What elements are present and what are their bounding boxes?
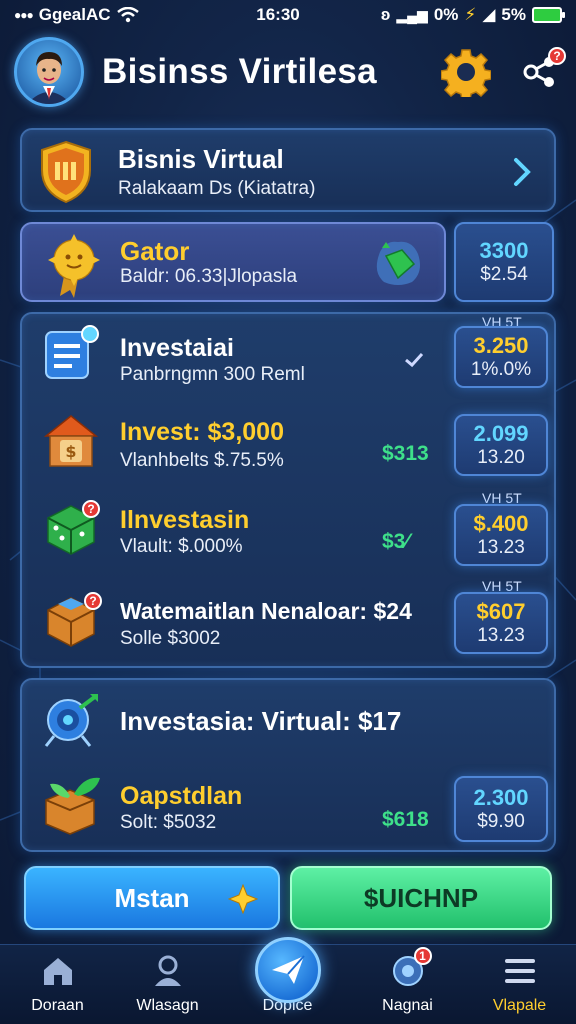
- sun-medal-icon: [48, 234, 100, 298]
- bluetooth-icon: ʚ: [380, 5, 391, 24]
- sparkle-icon: [228, 884, 258, 914]
- nav-label-menu: Vlapale: [492, 997, 547, 1014]
- gator-card[interactable]: Gator Baldr: 06.33|Jlopasla: [20, 222, 446, 302]
- secondary-action-button[interactable]: $UICHNP: [290, 866, 552, 930]
- investment-row-1-value-top: 3.250: [473, 333, 529, 358]
- gator-title: Gator: [120, 236, 190, 266]
- home-icon: [38, 951, 78, 991]
- investment-row-2-subtitle: Vlanhbelts $.75.5%: [120, 450, 284, 471]
- house-box-icon: $: [43, 415, 99, 467]
- virtual-item-value-top: 2.300: [473, 785, 529, 810]
- virtual-item-amount: $618: [382, 808, 429, 831]
- shield-icon: [41, 140, 91, 204]
- investment-row-4-value-top: $607: [476, 599, 526, 624]
- investment-row-3-value-bottom: 13.23: [477, 537, 525, 558]
- app-header: Bisinss Virtilesa ?: [0, 34, 576, 110]
- wifi-icon: [116, 7, 139, 23]
- nav-item-notifications[interactable]: 1 Nagnai: [350, 945, 465, 1024]
- investment-row-3-subtitle: Vlault: $.000%: [120, 536, 243, 557]
- investment-row-4-subtitle: Solle $3002: [120, 628, 221, 649]
- cell-signal-icon: ▂▄▆: [396, 6, 428, 23]
- primary-action-button[interactable]: Mstan: [24, 866, 280, 930]
- menu-icon: [500, 951, 540, 991]
- avatar-portrait: [27, 52, 71, 104]
- secondary-action-label: $UICHNP: [363, 882, 479, 913]
- avatar[interactable]: [14, 37, 84, 107]
- summary-subtitle: Ralakaam Ds (Kiatatra): [118, 178, 316, 199]
- target-icon: [44, 694, 98, 747]
- investment-row-2-value-top: 2.099: [473, 421, 529, 446]
- nav-item-home[interactable]: Doraan: [0, 945, 115, 1024]
- nav-label-profile: Wlasagn: [136, 997, 199, 1014]
- status-extra: 0%: [433, 5, 459, 24]
- business-summary-card[interactable]: Bisnis Virtual Ralakaam Ds (Kiatatra): [20, 128, 556, 212]
- investment-row-3-value[interactable]: $.400 13.23: [454, 504, 548, 566]
- investment-row-4-badge: ?: [84, 592, 102, 610]
- settings-button[interactable]: [440, 46, 492, 98]
- summary-title: Bisnis Virtual: [118, 144, 284, 174]
- investment-row-2-value-bottom: 13.20: [477, 447, 525, 468]
- svg-text:$: $: [65, 442, 76, 461]
- investment-row-2-amount: $313: [382, 442, 429, 465]
- investment-row-1-subtitle: Panbrngmn 300 Reml: [120, 364, 305, 385]
- virtual-item-value-bottom: $9.90: [477, 811, 525, 832]
- battery-percent: 5%: [501, 5, 526, 24]
- investment-row-3-badge: ?: [82, 500, 100, 518]
- virtual-card-title: Investasia: Virtual: $17: [120, 706, 402, 736]
- center-action-button[interactable]: [255, 937, 321, 1003]
- charging-icon: ⚡: [464, 5, 477, 24]
- nav-label-home: Doraan: [31, 997, 84, 1014]
- nav-label-notifications: Nagnai: [382, 997, 433, 1014]
- nav-notification-badge: 1: [413, 947, 432, 965]
- investment-row-3-value-top: $.400: [473, 511, 529, 536]
- nav-item-profile[interactable]: Wlasagn: [110, 945, 225, 1024]
- page-title: Bisinss Virtilesa: [102, 52, 377, 91]
- battery-icon: [532, 7, 565, 23]
- status-right: ʚ ▂▄▆ 0% ⚡ ◢ 5%: [352, 5, 565, 25]
- gator-value-top: 3300: [479, 238, 529, 263]
- status-left: ●●● GgealAC: [14, 5, 204, 25]
- document-icon: [45, 325, 99, 379]
- virtual-item-value[interactable]: 2.300 $9.90: [454, 776, 548, 842]
- chevron-right-icon[interactable]: [512, 156, 534, 188]
- investment-row-1-title: Investaiai: [120, 334, 234, 362]
- plane-icon: [272, 955, 305, 984]
- gator-value-box[interactable]: 3300 $2.54: [454, 222, 554, 302]
- notification-badge: ?: [548, 47, 566, 65]
- gear-icon: [441, 49, 491, 97]
- investment-row-4-title: Watemaitlan Nenaloar: $24: [120, 598, 412, 624]
- status-bar: ●●● GgealAC 16:30 ʚ ▂▄▆ 0% ⚡ ◢ 5%: [0, 0, 576, 30]
- profile-icon: [148, 951, 188, 991]
- plant-box-icon: [45, 777, 100, 835]
- investment-row-2-title: Invest: $3,000: [120, 418, 284, 446]
- investment-row-2-value[interactable]: 2.099 13.20: [454, 414, 548, 476]
- carrier-name: GgealAC: [38, 5, 111, 24]
- investment-row-4-value[interactable]: $607 13.23: [454, 592, 548, 654]
- gator-value-bottom: $2.54: [480, 264, 528, 285]
- investment-row-1-value-bottom: 1%.0%: [470, 359, 532, 380]
- primary-action-label: Mstan: [114, 882, 190, 913]
- status-time: 16:30: [256, 5, 300, 24]
- cash-bag-icon: [376, 241, 420, 285]
- virtual-item-title: Oapstdlan: [120, 782, 243, 810]
- notification-icon: 1: [388, 947, 432, 991]
- investment-row-4-value-bottom: 13.23: [477, 625, 525, 646]
- investment-row-1-value[interactable]: 3.250 1%.0%: [454, 326, 548, 388]
- network-icon: ◢: [482, 5, 496, 24]
- check-icon: [405, 352, 424, 368]
- gator-subtitle: Baldr: 06.33|Jlopasla: [120, 266, 298, 287]
- investment-row-3-title: Ilnvestasin: [120, 506, 250, 534]
- notification-button[interactable]: ?: [516, 47, 566, 95]
- investment-row-3-amount: $3⁄: [382, 530, 409, 553]
- signal-icon: ●●●: [14, 8, 34, 22]
- virtual-item-subtitle: Solt: $5032: [120, 812, 217, 833]
- nav-item-menu[interactable]: Vlapale: [462, 945, 576, 1024]
